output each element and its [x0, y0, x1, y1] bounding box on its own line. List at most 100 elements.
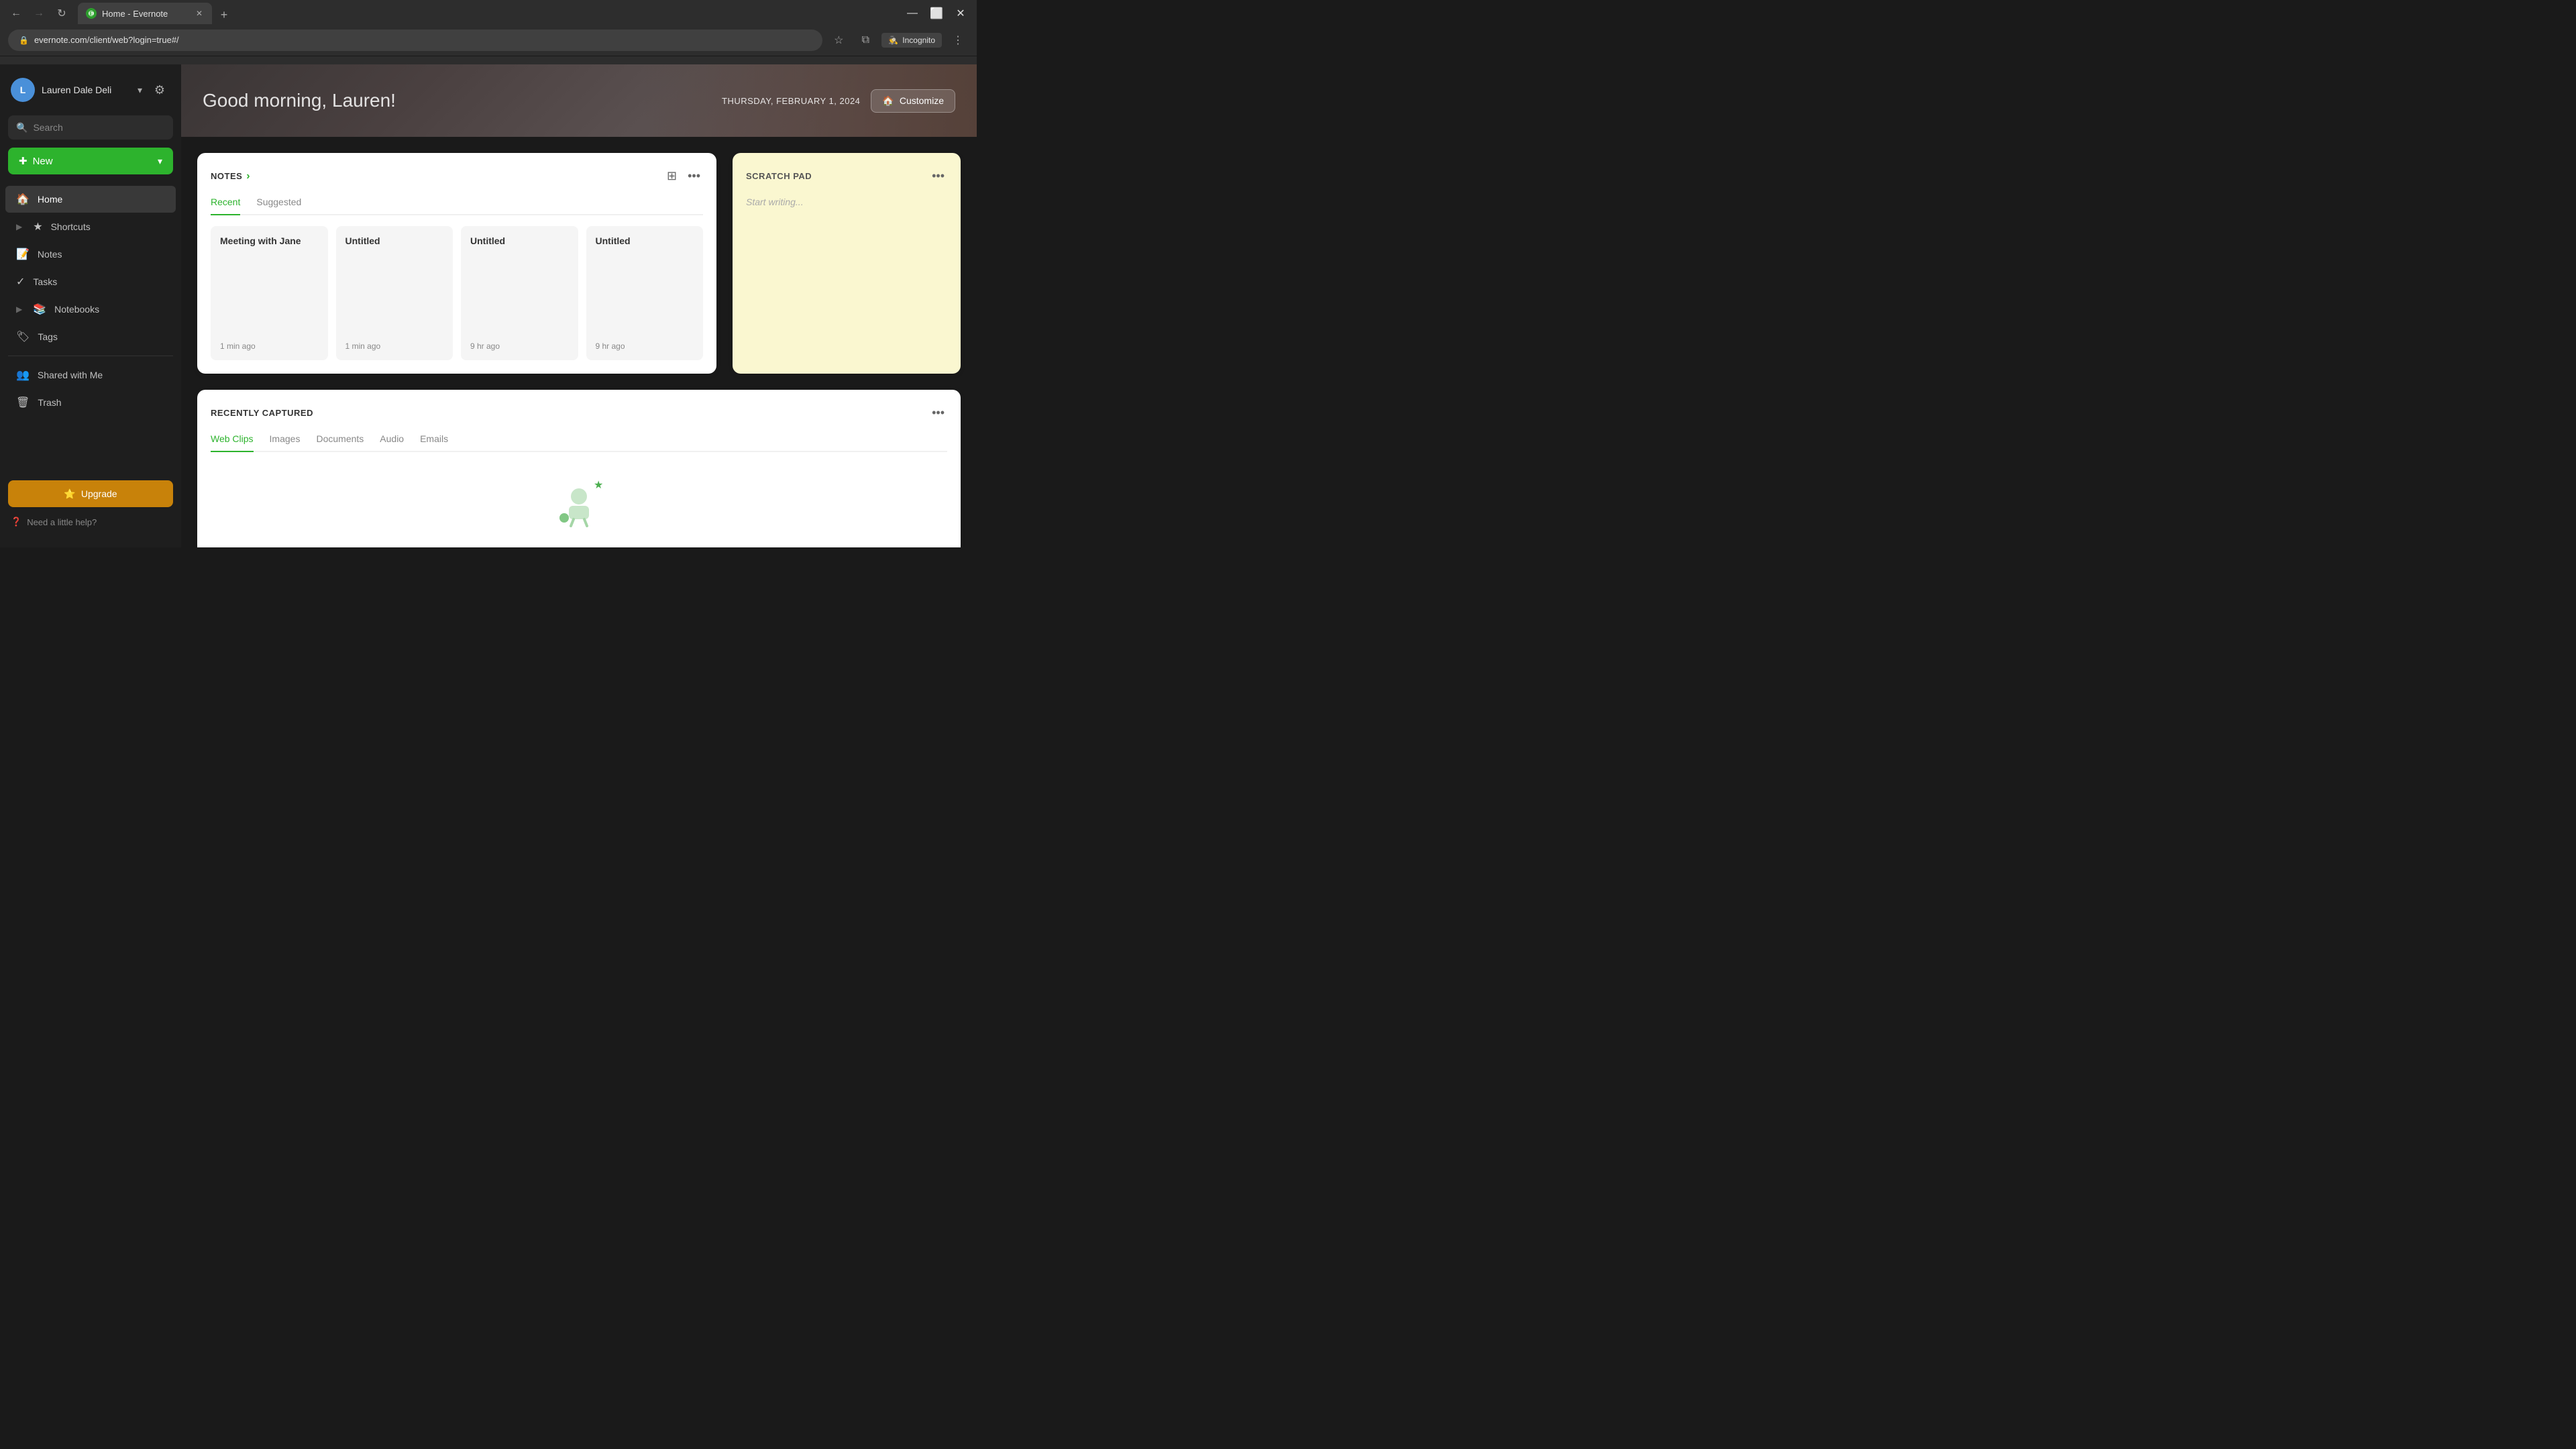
shared-icon: 👥	[16, 368, 30, 382]
sidebar-item-shortcuts[interactable]: ▶ ★ Shortcuts	[5, 213, 176, 240]
nav-item-tags-label: Tags	[38, 331, 58, 342]
nav-back-button[interactable]: ←	[5, 3, 27, 24]
incognito-icon: 🕵	[888, 36, 898, 45]
sidebar-item-trash[interactable]: 🗑 Trash	[5, 389, 176, 416]
evernote-favicon: E	[86, 8, 97, 19]
note-card-3[interactable]: Untitled 9 hr ago	[586, 226, 704, 360]
svg-text:★: ★	[594, 480, 603, 491]
notes-arrow-icon[interactable]: ›	[246, 170, 250, 182]
browser-menu-button[interactable]: ⋮	[947, 30, 969, 51]
sidebar-item-notes[interactable]: 📝 Notes	[5, 241, 176, 268]
note-title-1: Untitled	[345, 235, 444, 246]
nav-item-trash-label: Trash	[38, 397, 61, 408]
search-placeholder: Search	[33, 122, 62, 133]
hero-header: Good morning, Lauren! THURSDAY, FEBRUARY…	[181, 64, 977, 137]
note-card-2[interactable]: Untitled 9 hr ago	[461, 226, 578, 360]
note-card-1[interactable]: Untitled 1 min ago	[336, 226, 453, 360]
sidebar-header: L Lauren Dale Deli ▾ ⚙	[0, 72, 181, 107]
notes-card: NOTES › ⊞ ••• Recent Suggested M	[197, 153, 716, 374]
notes-tabs: Recent Suggested	[211, 197, 703, 215]
close-window-button[interactable]: ✕	[950, 3, 971, 24]
tab-recent[interactable]: Recent	[211, 197, 240, 215]
minimize-button[interactable]: —	[902, 3, 923, 24]
browser-tab-active[interactable]: E Home - Evernote ✕	[78, 3, 212, 24]
nav-item-tasks-label: Tasks	[33, 276, 57, 287]
tab-close-button[interactable]: ✕	[195, 7, 204, 19]
note-time-0: 1 min ago	[220, 341, 319, 351]
incognito-badge[interactable]: 🕵 Incognito	[881, 33, 942, 48]
customize-icon: 🏠	[882, 95, 894, 107]
new-button-plus: ✚	[19, 155, 28, 167]
search-bar[interactable]: 🔍 Search	[8, 115, 173, 140]
trash-icon: 🗑	[16, 396, 30, 409]
sidebar-item-tasks[interactable]: ✓ Tasks	[5, 268, 176, 295]
scratch-pad-more-button[interactable]: •••	[929, 166, 947, 186]
incognito-label: Incognito	[902, 36, 935, 45]
address-text: evernote.com/client/web?login=true#/	[34, 35, 179, 45]
empty-state-illustration: ★	[552, 476, 606, 530]
rc-card-title: RECENTLY CAPTURED	[211, 408, 313, 418]
sidebar-footer: ⭐ Upgrade ❓ Need a little help?	[0, 472, 181, 539]
recently-captured-card: RECENTLY CAPTURED ••• Web Clips Images D…	[197, 390, 961, 547]
nav-refresh-button[interactable]: ↻	[51, 3, 72, 24]
help-text: Need a little help?	[27, 517, 97, 527]
new-button-label: New	[33, 156, 152, 167]
sidebar-item-shared[interactable]: 👥 Shared with Me	[5, 362, 176, 388]
tab-bar: ← → ↻ E Home - Evernote ✕ + — ⬜ ✕	[0, 0, 977, 24]
app-container: L Lauren Dale Deli ▾ ⚙ 🔍 Search ✚ New ▾ …	[0, 64, 977, 547]
notes-card-header: NOTES › ⊞ •••	[211, 166, 703, 186]
sidebar: L Lauren Dale Deli ▾ ⚙ 🔍 Search ✚ New ▾ …	[0, 64, 181, 547]
browser-chrome: ← → ↻ E Home - Evernote ✕ + — ⬜ ✕ 🔒 ever…	[0, 0, 977, 64]
split-screen-button[interactable]: ⧉	[855, 30, 876, 51]
nav-item-shared-label: Shared with Me	[38, 370, 103, 380]
maximize-button[interactable]: ⬜	[926, 3, 947, 24]
notebooks-icon: 📚	[33, 303, 46, 316]
notes-more-button[interactable]: •••	[685, 166, 703, 186]
scratch-pad: SCRATCH PAD ••• Start writing...	[733, 153, 961, 374]
rc-tab-audio[interactable]: Audio	[380, 433, 404, 452]
address-bar[interactable]: 🔒 evernote.com/client/web?login=true#/	[8, 30, 822, 51]
notes-card-title: NOTES ›	[211, 170, 250, 182]
help-icon: ❓	[11, 517, 21, 527]
rc-tab-documents[interactable]: Documents	[316, 433, 364, 452]
scratch-pad-header: SCRATCH PAD •••	[746, 166, 947, 186]
note-time-3: 9 hr ago	[596, 341, 694, 351]
new-button[interactable]: ✚ New ▾	[8, 148, 173, 174]
settings-button[interactable]: ⚙	[149, 79, 170, 101]
help-link[interactable]: ❓ Need a little help?	[8, 513, 173, 531]
nav-forward-button[interactable]: →	[28, 3, 50, 24]
rc-more-button[interactable]: •••	[929, 403, 947, 423]
user-dropdown-icon[interactable]: ▾	[138, 85, 142, 96]
nav-item-notes-label: Notes	[38, 249, 62, 260]
tab-title: Home - Evernote	[102, 9, 189, 19]
header-right: THURSDAY, FEBRUARY 1, 2024 🏠 Customize	[722, 89, 955, 113]
sidebar-item-notebooks[interactable]: ▶ 📚 Notebooks	[5, 296, 176, 323]
notes-card-actions: ⊞ •••	[664, 166, 703, 186]
scratch-pad-title: SCRATCH PAD	[746, 171, 812, 181]
rc-tab-images[interactable]: Images	[270, 433, 301, 452]
tab-suggested[interactable]: Suggested	[256, 197, 301, 215]
upgrade-icon: ⭐	[64, 488, 75, 500]
user-name: Lauren Dale Deli	[42, 85, 131, 95]
notes-add-button[interactable]: ⊞	[664, 166, 680, 186]
note-card-0[interactable]: Meeting with Jane 1 min ago	[211, 226, 328, 360]
rc-tabs: Web Clips Images Documents Audio Emails	[211, 433, 947, 452]
note-time-1: 1 min ago	[345, 341, 444, 351]
note-title-0: Meeting with Jane	[220, 235, 319, 246]
tasks-icon: ✓	[16, 275, 25, 288]
greeting-text: Good morning, Lauren!	[203, 90, 396, 111]
sidebar-item-home[interactable]: 🏠 Home	[5, 186, 176, 213]
sidebar-item-tags[interactable]: 🏷 Tags	[5, 323, 176, 350]
rc-tab-emails[interactable]: Emails	[420, 433, 448, 452]
customize-button[interactable]: 🏠 Customize	[871, 89, 955, 113]
scratch-pad-content[interactable]: Start writing...	[746, 197, 947, 207]
search-icon: 🔍	[16, 122, 28, 133]
new-tab-button[interactable]: +	[215, 5, 233, 24]
bookmark-button[interactable]: ☆	[828, 30, 849, 51]
nav-item-notebooks-label: Notebooks	[54, 304, 99, 315]
rc-tab-web-clips[interactable]: Web Clips	[211, 433, 254, 452]
svg-text:E: E	[89, 11, 93, 17]
notebooks-expand-icon: ▶	[16, 305, 22, 314]
upgrade-label: Upgrade	[81, 488, 117, 499]
upgrade-button[interactable]: ⭐ Upgrade	[8, 480, 173, 507]
